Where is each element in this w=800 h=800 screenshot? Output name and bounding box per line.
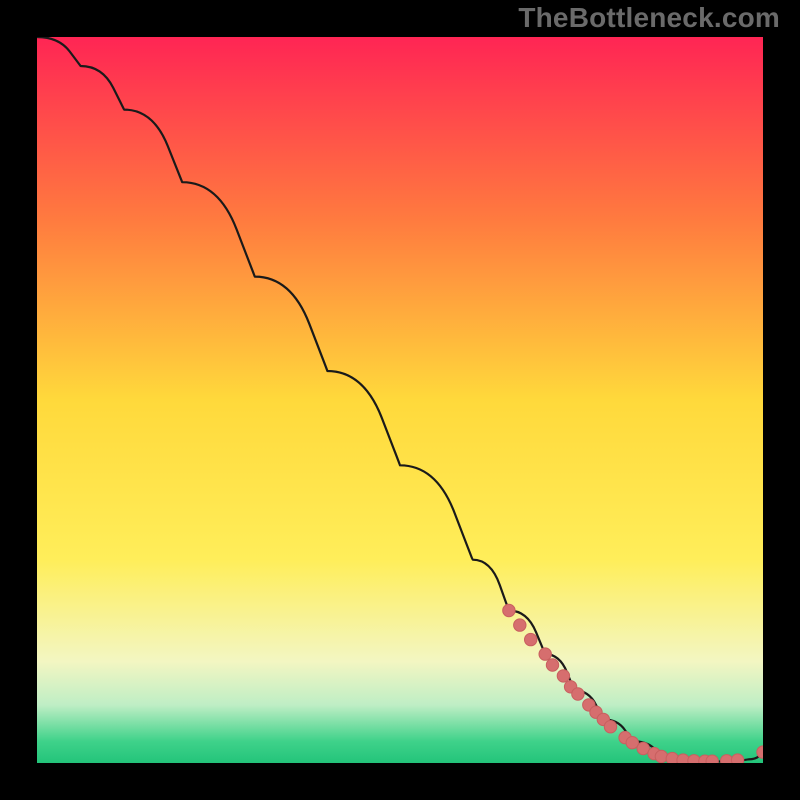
data-marker xyxy=(539,648,551,660)
chart-stage: TheBottleneck.com xyxy=(0,0,800,800)
data-marker xyxy=(503,604,515,616)
data-marker xyxy=(604,721,616,733)
curve-path xyxy=(37,37,763,762)
plot-area xyxy=(37,37,763,763)
data-marker xyxy=(572,688,584,700)
watermark-text: TheBottleneck.com xyxy=(518,2,780,34)
data-marker xyxy=(731,754,743,763)
data-marker xyxy=(546,659,558,671)
data-marker xyxy=(626,737,638,749)
data-marker xyxy=(655,750,667,762)
bottleneck-curve xyxy=(37,37,763,763)
data-marker xyxy=(706,755,718,763)
data-marker xyxy=(557,670,569,682)
curve-markers xyxy=(503,604,763,763)
data-marker xyxy=(525,633,537,645)
data-marker xyxy=(514,619,526,631)
